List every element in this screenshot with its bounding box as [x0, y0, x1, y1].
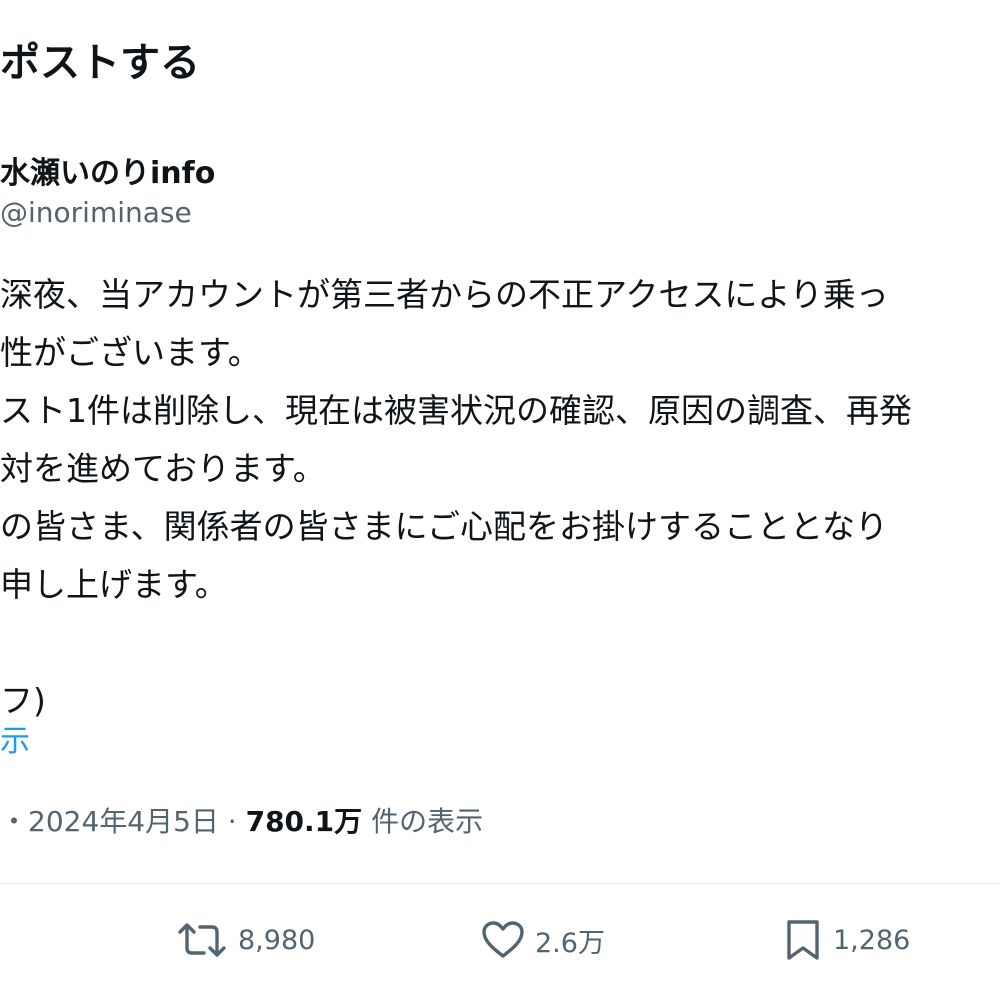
author-handle[interactable]: @inoriminase [0, 196, 192, 229]
divider [0, 883, 1000, 884]
views-label: 件の表示 [362, 805, 484, 838]
post-line: スト1件は削除し、現在は被害状況の確認、原因の調査、再発 [0, 391, 912, 430]
post-line: の皆さま、関係者の皆さまにご心配をお掛けすることとなり [0, 507, 889, 546]
translate-post-link[interactable]: 示 [0, 716, 30, 760]
views-count: 780.1万 [245, 805, 363, 838]
post-line: 対を進めております。 [0, 449, 326, 488]
bookmark-button[interactable]: 1,286 [783, 910, 910, 970]
repost-icon [176, 920, 228, 960]
author-display-name[interactable]: 水瀬いのりinfo [0, 148, 215, 192]
bookmark-icon [783, 918, 823, 962]
page-title: ポストする [0, 40, 200, 86]
heart-icon [481, 920, 525, 960]
post-line: 深夜、当アカウントが第三者からの不正アクセスにより乗っ [0, 275, 889, 314]
repost-count: 8,980 [238, 924, 316, 956]
post-line: 性がございます。 [0, 333, 261, 372]
post-date[interactable]: ・2024年4月5日 · [0, 805, 246, 838]
post-detail-page: ポストする 水瀬いのりinfo @inoriminase 深夜、当アカウントが第… [0, 0, 1000, 1000]
post-line: フ) [0, 681, 46, 720]
post-line: 申し上げます。 [0, 565, 228, 604]
repost-button[interactable]: 8,980 [176, 910, 315, 970]
post-text: 深夜、当アカウントが第三者からの不正アクセスにより乗っ 性がございます。 スト1… [0, 266, 1000, 730]
bookmark-count: 1,286 [833, 924, 911, 956]
post-actions-bar: 8,980 2.6万 1,286 [0, 910, 1000, 970]
post-meta: ・2024年4月5日 · 780.1万 件の表示 [0, 800, 483, 840]
like-button[interactable]: 2.6万 [481, 910, 605, 970]
like-count: 2.6万 [535, 927, 605, 959]
post-line [0, 614, 1000, 672]
